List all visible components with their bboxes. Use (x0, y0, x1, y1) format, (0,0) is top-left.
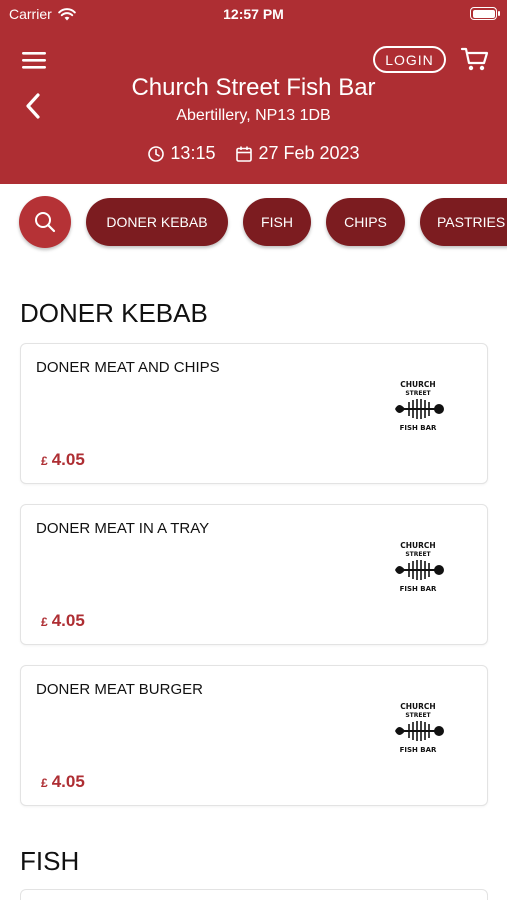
clock-icon (148, 145, 165, 162)
logo-bottom-text: FISH BAR (400, 424, 437, 432)
category-chip-doner-kebab[interactable]: DONER KEBAB (86, 198, 228, 246)
menu-item-card[interactable]: DONER MEAT BURGER £4.05 CHURCH STREET FI… (20, 665, 488, 806)
menu-item-name: DONER MEAT IN A TRAY (36, 520, 210, 537)
logo-bottom-text: FISH BAR (400, 746, 437, 754)
logo-mid-text: STREET (405, 390, 431, 397)
logo-mid-text: STREET (405, 712, 431, 719)
menu-icon (22, 52, 46, 69)
cart-button[interactable] (460, 45, 490, 73)
category-bar: DONER KEBAB FISH CHIPS PASTRIES (0, 184, 507, 260)
status-time: 12:57 PM (223, 6, 284, 22)
logo-top-text: CHURCH (400, 380, 435, 389)
menu-item-name: DONER MEAT BURGER (36, 681, 203, 698)
logo-mid-text: STREET (405, 551, 431, 558)
order-meta: 13:15 27 Feb 2023 (0, 143, 507, 164)
currency-symbol: £ (41, 454, 48, 468)
menu-item-price: £4.05 (41, 450, 85, 470)
logo-top-text: CHURCH (400, 702, 435, 711)
price-value: 4.05 (51, 772, 85, 791)
menu-button[interactable] (22, 50, 48, 70)
menu-item-card[interactable]: DONER MEAT IN A TRAY £4.05 CHURCH STREET… (20, 504, 488, 645)
restaurant-logo-icon: CHURCH STREET FISH BAR (395, 702, 444, 754)
restaurant-logo-icon: CHURCH STREET FISH BAR (395, 380, 444, 432)
price-value: 4.05 (51, 611, 85, 630)
section-title-doner-kebab: DONER KEBAB (20, 298, 208, 328)
order-date[interactable]: 27 Feb 2023 (235, 143, 360, 164)
currency-symbol: £ (41, 615, 48, 629)
search-icon (35, 212, 56, 233)
section-title-fish: FISH (20, 846, 80, 876)
menu-item-name: DONER MEAT AND CHIPS (36, 359, 220, 376)
battery-icon (470, 7, 500, 20)
restaurant-logo-icon: CHURCH STREET FISH BAR (395, 541, 444, 593)
calendar-icon (236, 146, 253, 162)
menu-item-card[interactable]: DONER MEAT AND CHIPS £4.05 CHURCH STREET… (20, 343, 488, 484)
login-button[interactable]: LOGIN (373, 46, 446, 73)
category-chip-chips[interactable]: CHIPS (326, 198, 405, 246)
price-value: 4.05 (51, 450, 85, 469)
cart-icon (460, 47, 489, 71)
currency-symbol: £ (41, 776, 48, 790)
logo-bottom-text: FISH BAR (400, 585, 437, 593)
menu-item-price: £4.05 (41, 772, 85, 792)
status-bar: Carrier 12:57 PM (0, 0, 507, 28)
search-button[interactable] (19, 196, 71, 248)
order-time[interactable]: 13:15 (147, 143, 215, 164)
order-time-label: 13:15 (170, 143, 216, 163)
logo-top-text: CHURCH (400, 541, 435, 550)
menu-item-price: £4.05 (41, 611, 85, 631)
menu-item-card[interactable] (20, 889, 488, 900)
category-chip-fish[interactable]: FISH (243, 198, 311, 246)
store-address: Abertillery, NP13 1DB (176, 107, 331, 124)
order-date-label: 27 Feb 2023 (258, 143, 360, 163)
category-chip-pastries[interactable]: PASTRIES (420, 198, 507, 246)
app-header: Carrier 12:57 PM LOGIN Church Street Fis… (0, 0, 507, 184)
store-name: Church Street Fish Bar (131, 74, 376, 101)
